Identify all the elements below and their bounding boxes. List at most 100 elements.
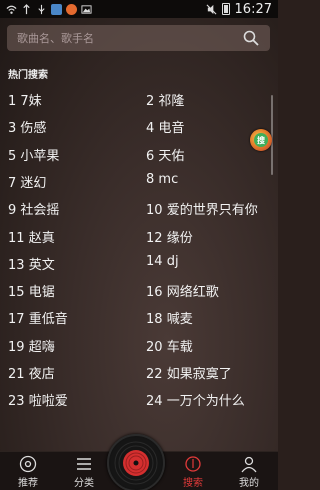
hot-search-item[interactable]: 20 车载 <box>146 336 193 355</box>
hot-search-rank: 15 <box>8 285 29 301</box>
hot-search-rank: 20 <box>146 339 167 355</box>
hot-search-label: 天佑 <box>158 148 185 164</box>
disc-icon <box>19 455 37 473</box>
hot-search-label: 车载 <box>166 339 193 355</box>
hot-search-item[interactable]: 23 啦啦爱 <box>8 390 68 409</box>
hot-search-item[interactable]: 17 重低音 <box>8 308 68 327</box>
hot-search-item[interactable]: 1 7妹 <box>8 90 42 109</box>
hot-search-rank: 8 <box>146 171 159 187</box>
battery-icon <box>221 3 230 15</box>
nav-mine[interactable]: 我的 <box>224 452 274 490</box>
hot-search-item[interactable]: 22 如果寂寞了 <box>146 363 232 382</box>
play-disc-button[interactable] <box>107 434 165 490</box>
wifi-icon <box>6 5 17 14</box>
hot-search-label: 网络红歌 <box>166 285 219 301</box>
hot-search-label: 7妹 <box>20 94 42 109</box>
hot-search-label: 电锯 <box>28 285 55 301</box>
hot-search-item[interactable]: 14 dj <box>146 254 179 269</box>
floating-badge-label: 搜 <box>254 133 268 147</box>
hot-search-label: 喊麦 <box>166 312 193 328</box>
hot-search-label: 迷幻 <box>20 175 47 191</box>
search-input[interactable]: 歌曲名、歌手名 <box>7 25 270 51</box>
app-screen: 16:27 歌曲名、歌手名 热门搜索 1 7妹 2 祁隆 3 伤感 4 电音 5 小苹果… <box>0 0 278 490</box>
hot-search-item[interactable]: 12 缘份 <box>146 227 193 246</box>
hot-search-label: 缘份 <box>166 230 193 246</box>
app-icon <box>51 3 62 15</box>
hot-search-item[interactable]: 7 迷幻 <box>8 172 46 191</box>
hot-search-rank: 13 <box>8 257 29 273</box>
notification-icon <box>66 3 77 15</box>
status-icons-left <box>6 3 92 15</box>
hot-search-item[interactable]: 2 祁隆 <box>146 90 184 109</box>
hot-search-item[interactable]: 21 夜店 <box>8 363 55 382</box>
play-disc-icon <box>110 437 162 489</box>
status-icons-right: 16:27 <box>206 2 272 17</box>
hot-search-label: 重低音 <box>28 312 68 328</box>
hot-search-item[interactable]: 19 超嗨 <box>8 336 55 355</box>
hot-search-item[interactable]: 10 爱的世界只有你 <box>146 199 258 218</box>
hot-search-label: 一万个为什么 <box>166 394 245 410</box>
hot-search-rank: 3 <box>8 121 21 137</box>
hot-search-label: 夜店 <box>28 367 55 382</box>
hot-search-rank: 10 <box>146 203 167 219</box>
hot-search-rank: 14 <box>146 253 167 269</box>
hot-search-item[interactable]: 11 赵真 <box>8 227 55 246</box>
hot-search-rank: 12 <box>146 230 167 246</box>
hot-search-rank: 7 <box>8 175 21 191</box>
status-bar: 16:27 <box>0 0 278 18</box>
menu-icon <box>77 458 91 470</box>
signal-icon <box>23 3 30 14</box>
status-time: 16:27 <box>234 1 272 17</box>
hot-search-label: 小苹果 <box>20 148 60 164</box>
hot-search-label: 赵真 <box>28 230 55 246</box>
hot-search-rank: 1 <box>8 94 21 109</box>
usb-icon <box>38 4 45 14</box>
hot-search-item[interactable]: 8 mc <box>146 172 178 187</box>
nav-recommend[interactable]: 推荐 <box>3 452 53 490</box>
search-nav-icon <box>185 456 201 472</box>
hot-search-label: 伤感 <box>20 121 47 137</box>
nav-category[interactable]: 分类 <box>59 452 109 490</box>
hot-search-rank: 23 <box>8 394 29 410</box>
hot-search-item[interactable]: 5 小苹果 <box>8 145 59 164</box>
hot-search-label: 电音 <box>158 121 185 137</box>
hot-search-item[interactable]: 6 天佑 <box>146 145 184 164</box>
hot-search-rank: 9 <box>8 203 21 219</box>
hot-search-item[interactable]: 16 网络红歌 <box>146 281 219 300</box>
hot-search-item[interactable]: 4 电音 <box>146 117 184 136</box>
hot-search-rank: 19 <box>8 339 29 355</box>
floating-search-badge[interactable]: 搜 <box>250 129 272 151</box>
hot-search-rank: 21 <box>8 367 29 382</box>
hot-search-rank: 6 <box>146 148 159 164</box>
hot-search-rank: 17 <box>8 312 29 328</box>
hot-search-label: 祁隆 <box>158 94 185 109</box>
hot-search-item[interactable]: 3 伤感 <box>8 117 46 136</box>
hot-search-label: 如果寂寞了 <box>166 367 232 382</box>
search-icon[interactable] <box>242 29 260 47</box>
nav-search[interactable]: 搜索 <box>168 452 218 490</box>
hot-search-item[interactable]: 18 喊麦 <box>146 308 193 327</box>
hot-search-item[interactable]: 13 英文 <box>8 254 55 273</box>
scrollbar[interactable] <box>271 95 273 175</box>
hot-search-rank: 22 <box>146 367 167 382</box>
hot-search-item[interactable]: 9 社会摇 <box>8 199 59 218</box>
hot-search-label: dj <box>166 253 179 269</box>
hot-search-label: 英文 <box>28 257 55 273</box>
hot-search-rank: 24 <box>146 394 167 410</box>
image-icon <box>81 4 92 14</box>
hot-search-item[interactable]: 15 电锯 <box>8 281 55 300</box>
nav-mine-label: 我的 <box>239 478 259 489</box>
hot-search-rank: 2 <box>146 94 159 109</box>
hot-search-item[interactable]: 24 一万个为什么 <box>146 390 245 409</box>
hot-search-rank: 5 <box>8 148 21 164</box>
nav-recommend-label: 推荐 <box>18 478 38 489</box>
hot-search-label: 爱的世界只有你 <box>166 203 258 219</box>
nav-search-label: 搜索 <box>183 478 203 489</box>
hot-search-label: 啦啦爱 <box>28 394 68 410</box>
hot-search-rank: 18 <box>146 312 167 328</box>
search-placeholder: 歌曲名、歌手名 <box>17 32 94 45</box>
hot-search-rank: 4 <box>146 121 159 137</box>
user-icon <box>241 456 257 473</box>
hot-search-rank: 11 <box>8 230 29 246</box>
nav-category-label: 分类 <box>74 478 94 489</box>
